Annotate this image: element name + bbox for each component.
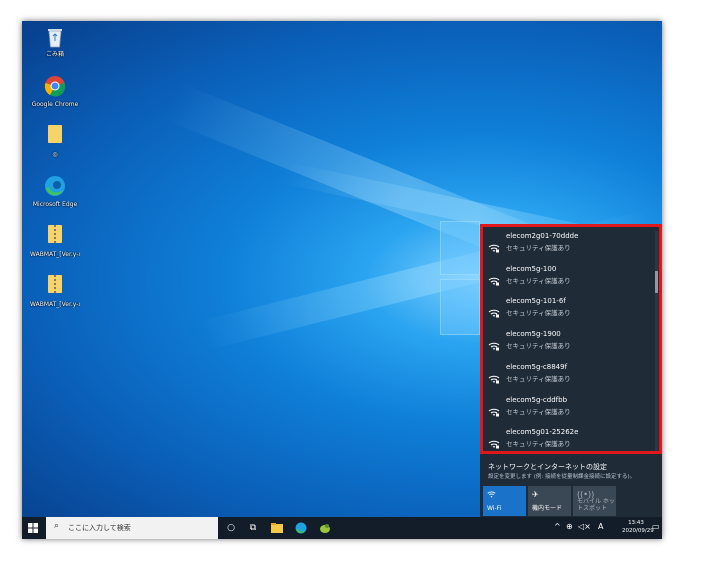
quick-action-mobile-hotspot[interactable]: ((•)) モバイル ホットスポット bbox=[573, 486, 616, 516]
quick-action-label: モバイル ホットスポット bbox=[577, 498, 615, 512]
wifi-ssid: elecom2g01-70ddde bbox=[506, 232, 579, 240]
wifi-ssid: elecom5g-101-6f bbox=[506, 297, 566, 305]
start-button[interactable] bbox=[22, 517, 44, 539]
wifi-network-item[interactable]: elecom5g-cddfbb セキュリティ保護あり bbox=[488, 396, 648, 424]
clock[interactable]: 13:43 2020/09/29 bbox=[622, 519, 654, 535]
file-explorer-icon[interactable] bbox=[266, 517, 288, 539]
network-settings-link[interactable]: ネットワークとインターネットの設定 bbox=[488, 462, 607, 472]
desktop-icon-label: WABMAT_[Ver.y-x... bbox=[30, 301, 80, 308]
cortana-icon[interactable]: ○ bbox=[220, 517, 242, 539]
wifi-ssid: elecom5g01-25262e bbox=[506, 428, 579, 436]
wifi-ssid: elecom5g-cddfbb bbox=[506, 396, 568, 404]
folder-icon bbox=[44, 125, 66, 149]
task-view-icon[interactable]: ⧉ bbox=[242, 517, 264, 539]
wallpaper-logo-pane bbox=[440, 279, 480, 335]
clock-time: 13:43 bbox=[628, 520, 644, 526]
desktop-icon-label: Microsoft Edge bbox=[32, 201, 78, 208]
search-icon: ⌕ bbox=[54, 521, 60, 531]
desktop-icon-label: WABMAT_[Ver.y-x... bbox=[30, 251, 80, 258]
desktop-icon-edge[interactable]: Microsoft Edge bbox=[30, 175, 80, 208]
ime-indicator[interactable]: A bbox=[598, 522, 603, 531]
desktop-icon-folder[interactable]: ◎ bbox=[30, 125, 80, 158]
desktop-icon-zip[interactable]: WABMAT_[Ver.y-x... bbox=[30, 275, 80, 308]
edge-icon bbox=[44, 175, 66, 199]
desktop-icon-label: ごみ箱 bbox=[45, 51, 64, 58]
wifi-security-status: セキュリティ保護あり bbox=[506, 309, 571, 317]
wifi-secured-icon bbox=[488, 402, 500, 417]
wifi-secured-icon bbox=[488, 434, 500, 449]
wifi-security-status: セキュリティ保護あり bbox=[506, 408, 571, 416]
wifi-secured-icon bbox=[488, 369, 500, 384]
quick-action-label: Wi-Fi bbox=[487, 505, 502, 512]
wifi-ssid: elecom5g-100 bbox=[506, 265, 557, 273]
desktop-icon-recycle-bin[interactable]: ごみ箱 bbox=[30, 25, 80, 58]
windows-logo-icon bbox=[28, 523, 38, 533]
chrome-icon bbox=[44, 75, 66, 99]
wifi-security-status: セキュリティ保護あり bbox=[506, 440, 571, 448]
search-placeholder: ここに入力して検索 bbox=[68, 524, 131, 532]
wifi-security-status: セキュリティ保護あり bbox=[506, 342, 571, 350]
system-tray: ^ ⊕ ◁× A 13:43 2020/09/29 ▭ bbox=[550, 517, 662, 539]
quick-action-label: 機内モード bbox=[532, 505, 563, 512]
quick-action-wifi[interactable]: Wi-Fi bbox=[483, 486, 526, 516]
zip-folder-icon bbox=[44, 275, 66, 299]
wifi-network-item[interactable]: elecom5g-c8849f セキュリティ保護あり bbox=[488, 363, 648, 391]
wifi-network-item[interactable]: elecom5g01-25262e セキュリティ保護あり bbox=[488, 428, 648, 456]
wifi-secured-icon bbox=[488, 238, 500, 253]
zip-folder-icon bbox=[44, 225, 66, 249]
wifi-secured-icon bbox=[488, 336, 500, 351]
volume-icon[interactable]: ◁× bbox=[578, 522, 591, 531]
wifi-security-status: セキュリティ保護あり bbox=[506, 375, 571, 383]
desktop-icon-chrome[interactable]: Google Chrome bbox=[30, 75, 80, 108]
desktop: ごみ箱 Google Chrome ◎ Microsoft Edge WABMA… bbox=[22, 21, 662, 517]
desktop-icon-label: ◎ bbox=[52, 151, 58, 158]
scrollbar-track[interactable] bbox=[655, 231, 658, 451]
wifi-network-item[interactable]: elecom5g-101-6f セキュリティ保護あり bbox=[488, 297, 648, 325]
network-settings-description: 設定を変更します (例: 接続を従量制課金接続に設定する)。 bbox=[488, 474, 636, 480]
app-taskbar-icon[interactable] bbox=[314, 517, 336, 539]
wifi-network-item[interactable]: elecom5g-1900 セキュリティ保護あり bbox=[488, 330, 648, 358]
clock-date: 2020/09/29 bbox=[622, 528, 654, 534]
notification-icon[interactable]: ▭ bbox=[652, 522, 660, 531]
wifi-secured-icon bbox=[488, 303, 500, 318]
recycle-bin-icon bbox=[44, 25, 66, 49]
taskbar-search-box[interactable]: ⌕ ここに入力して検索 bbox=[46, 517, 218, 539]
scrollbar-thumb[interactable] bbox=[655, 271, 658, 293]
network-globe-icon[interactable]: ⊕ bbox=[566, 522, 573, 531]
taskbar: ⌕ ここに入力して検索 ○ ⧉ ^ ⊕ ◁× A 13:43 2020/09/2… bbox=[22, 517, 662, 539]
wifi-ssid: elecom5g-c8849f bbox=[506, 363, 568, 371]
wifi-security-status: セキュリティ保護あり bbox=[506, 277, 571, 285]
wifi-icon bbox=[487, 490, 496, 500]
edge-taskbar-icon[interactable] bbox=[290, 517, 312, 539]
airplane-icon: ✈ bbox=[532, 490, 539, 499]
wifi-network-item[interactable]: elecom2g01-70ddde セキュリティ保護あり bbox=[488, 232, 648, 260]
network-flyout: elecom2g01-70ddde セキュリティ保護あり elecom5g-100 セ… bbox=[480, 224, 662, 517]
wallpaper-logo-pane bbox=[440, 221, 480, 275]
screenshot-frame: ごみ箱 Google Chrome ◎ Microsoft Edge WABMA… bbox=[22, 21, 662, 539]
chevron-up-icon[interactable]: ^ bbox=[554, 522, 561, 531]
wifi-network-item[interactable]: elecom5g-100 セキュリティ保護あり bbox=[488, 265, 648, 293]
wifi-ssid: elecom5g-1900 bbox=[506, 330, 561, 338]
quick-action-airplane-mode[interactable]: ✈ 機内モード bbox=[528, 486, 571, 516]
wifi-security-status: セキュリティ保護あり bbox=[506, 244, 571, 252]
desktop-icon-label: Google Chrome bbox=[31, 101, 79, 108]
wifi-secured-icon bbox=[488, 271, 500, 286]
desktop-icon-zip[interactable]: WABMAT_[Ver.y-x... bbox=[30, 225, 80, 258]
